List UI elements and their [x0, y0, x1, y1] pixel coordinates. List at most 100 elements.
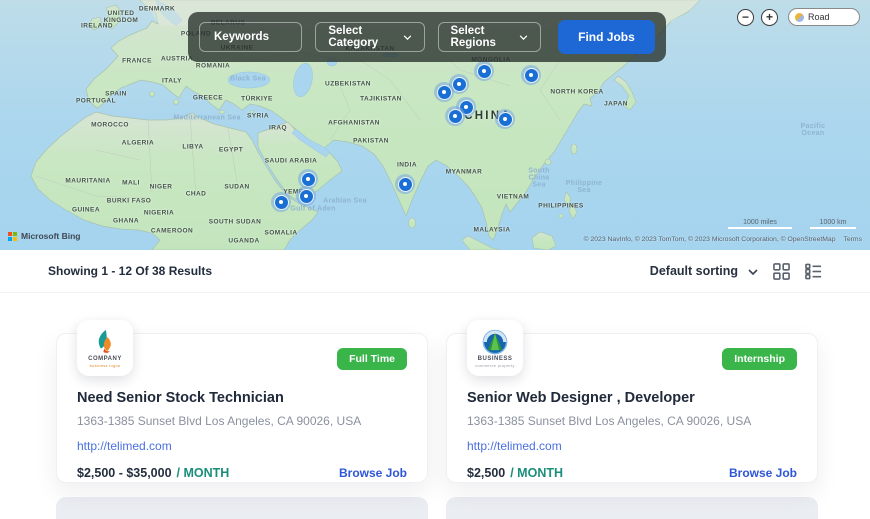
browse-job-link[interactable]: Browse Job: [339, 466, 407, 480]
map-country-label: JAPAN: [604, 101, 628, 108]
map-country-label: SOUTH SUDAN: [209, 219, 262, 226]
company-logo: COMPANY business logos: [77, 320, 133, 376]
map-country-label: SAUDI ARABIA: [265, 158, 317, 165]
map-country-label: PHILIPPINES: [538, 203, 583, 210]
map-scale: 1000 miles 1000 km: [728, 219, 856, 229]
logo-tagline: business logos: [90, 363, 121, 368]
zoom-in-button[interactable]: +: [761, 9, 778, 26]
map-country-label: GHANA: [113, 218, 139, 225]
map-canvas[interactable]: UNITED KINGDOMIRELANDDENMARKPOLANDBELARU…: [0, 0, 870, 250]
map-country-label: ITALY: [162, 78, 182, 85]
map-sea-label: Black Sea: [230, 76, 266, 83]
logo-tagline: commerce property: [475, 363, 515, 368]
find-jobs-button[interactable]: Find Jobs: [558, 20, 655, 54]
scale-km-label: 1000 km: [810, 219, 856, 229]
job-address: 1363-1385 Sunset Blvd Los Angeles, CA 90…: [77, 414, 407, 428]
card-footer: $2,500 - $35,000 / MONTH Browse Job: [77, 466, 407, 480]
map-country-label: MOROCCO: [91, 122, 129, 129]
job-salary: $2,500: [467, 466, 505, 480]
regions-select-label: Select Regions: [451, 25, 519, 49]
map-job-marker[interactable]: [434, 82, 454, 102]
chevron-down-icon: [403, 31, 412, 43]
map-country-label: UZBEKISTAN: [325, 81, 371, 88]
map-country-label: AFGHANISTAN: [328, 120, 380, 127]
keywords-field[interactable]: [199, 22, 302, 52]
job-title: Senior Web Designer , Developer: [467, 390, 797, 406]
map-country-label: IRELAND: [81, 23, 113, 30]
next-card-peek: [56, 497, 428, 519]
map-country-label: INDIA: [397, 162, 417, 169]
map-country-label: SPAIN: [105, 91, 127, 98]
map-job-marker[interactable]: [495, 109, 515, 129]
job-type-badge: Internship: [722, 348, 797, 370]
job-website-link[interactable]: http://telimed.com: [467, 439, 562, 453]
map-sea-label: Mediterranean Sea: [173, 115, 240, 122]
map-country-label: MALAYSIA: [474, 227, 511, 234]
job-address: 1363-1385 Sunset Blvd Los Angeles, CA 90…: [467, 414, 797, 428]
chevron-down-icon: [748, 264, 758, 278]
map-country-label: PAKISTAN: [353, 138, 389, 145]
logo-name: COMPANY: [88, 356, 122, 362]
keywords-input[interactable]: [212, 30, 289, 44]
category-select[interactable]: Select Category: [315, 22, 424, 52]
map-country-label: ALGERIA: [122, 140, 154, 147]
bing-brand-label: Microsoft Bing: [21, 231, 81, 241]
job-search-panel: Select Category Select Regions Find Jobs: [188, 12, 666, 62]
list-view-icon[interactable]: [805, 263, 822, 280]
browse-job-link[interactable]: Browse Job: [729, 466, 797, 480]
job-website-link[interactable]: http://telimed.com: [77, 439, 172, 453]
map-style-selector[interactable]: Road: [788, 8, 860, 26]
flame-logo-icon: [92, 329, 118, 355]
map-job-marker[interactable]: [395, 174, 415, 194]
map-job-marker[interactable]: [271, 192, 291, 212]
map-country-label: ROMANIA: [196, 63, 230, 70]
map-country-label: SYRIA: [247, 113, 269, 120]
regions-select[interactable]: Select Regions: [438, 22, 541, 52]
zoom-out-button[interactable]: −: [737, 9, 754, 26]
map-country-label: CAMEROON: [151, 228, 193, 235]
map-style-icon: [795, 13, 804, 22]
scale-miles-label: 1000 miles: [728, 219, 792, 229]
map-copyright: © 2023 NavInfo, © 2023 TomTom, © 2023 Mi…: [584, 236, 862, 243]
grid-view-icon[interactable]: [773, 263, 790, 280]
company-logo: BUSINESS commerce property: [467, 320, 523, 376]
map-country-label: CHAD: [186, 191, 207, 198]
map-country-label: SUDAN: [224, 184, 249, 191]
sorting-label: Default sorting: [650, 264, 738, 278]
map-country-label: MALI: [122, 180, 140, 187]
map-job-marker[interactable]: [474, 61, 494, 81]
microsoft-logo-icon: [8, 232, 17, 241]
job-salary: $2,500 - $35,000: [77, 466, 172, 480]
map-country-label: VIETNAM: [497, 194, 529, 201]
sorting-dropdown[interactable]: Default sorting: [650, 264, 758, 278]
copyright-text: © 2023 NavInfo, © 2023 TomTom, © 2023 Mi…: [584, 236, 836, 243]
next-card-peek: [446, 497, 818, 519]
map-sea-label: Pacific Ocean: [801, 123, 826, 137]
map-country-label: GREECE: [193, 95, 223, 102]
job-card[interactable]: BUSINESS commerce property Internship Se…: [446, 333, 818, 483]
map-country-label: NORTH KOREA: [550, 89, 603, 96]
map-country-label: EGYPT: [219, 147, 243, 154]
card-header: COMPANY business logos Full Time: [77, 334, 407, 376]
map-job-marker[interactable]: [296, 186, 316, 206]
map-country-label: UNITED KINGDOM: [104, 10, 139, 24]
map-country-label: BURKI FASO: [107, 198, 152, 205]
job-cards-row: COMPANY business logos Full Time Need Se…: [0, 293, 870, 483]
map-country-label: DENMARK: [139, 6, 175, 13]
map-job-marker[interactable]: [521, 65, 541, 85]
logo-name: BUSINESS: [478, 356, 513, 362]
job-card[interactable]: COMPANY business logos Full Time Need Se…: [56, 333, 428, 483]
map-country-label: PORTUGAL: [76, 98, 116, 105]
terms-link[interactable]: Terms: [843, 236, 862, 243]
sort-cluster: Default sorting: [650, 263, 822, 280]
bing-attribution: Microsoft Bing: [8, 231, 81, 241]
category-select-label: Select Category: [328, 25, 402, 49]
map-style-label: Road: [808, 12, 830, 22]
chevron-down-icon: [519, 31, 528, 43]
map-country-label: MAURITANIA: [65, 178, 110, 185]
map-job-marker[interactable]: [445, 106, 465, 126]
globe-tree-logo-icon: [482, 329, 508, 355]
job-salary-period: / MONTH: [510, 466, 563, 480]
map-country-label: NIGER: [150, 184, 173, 191]
map-country-label: SOMALIA: [264, 230, 297, 237]
